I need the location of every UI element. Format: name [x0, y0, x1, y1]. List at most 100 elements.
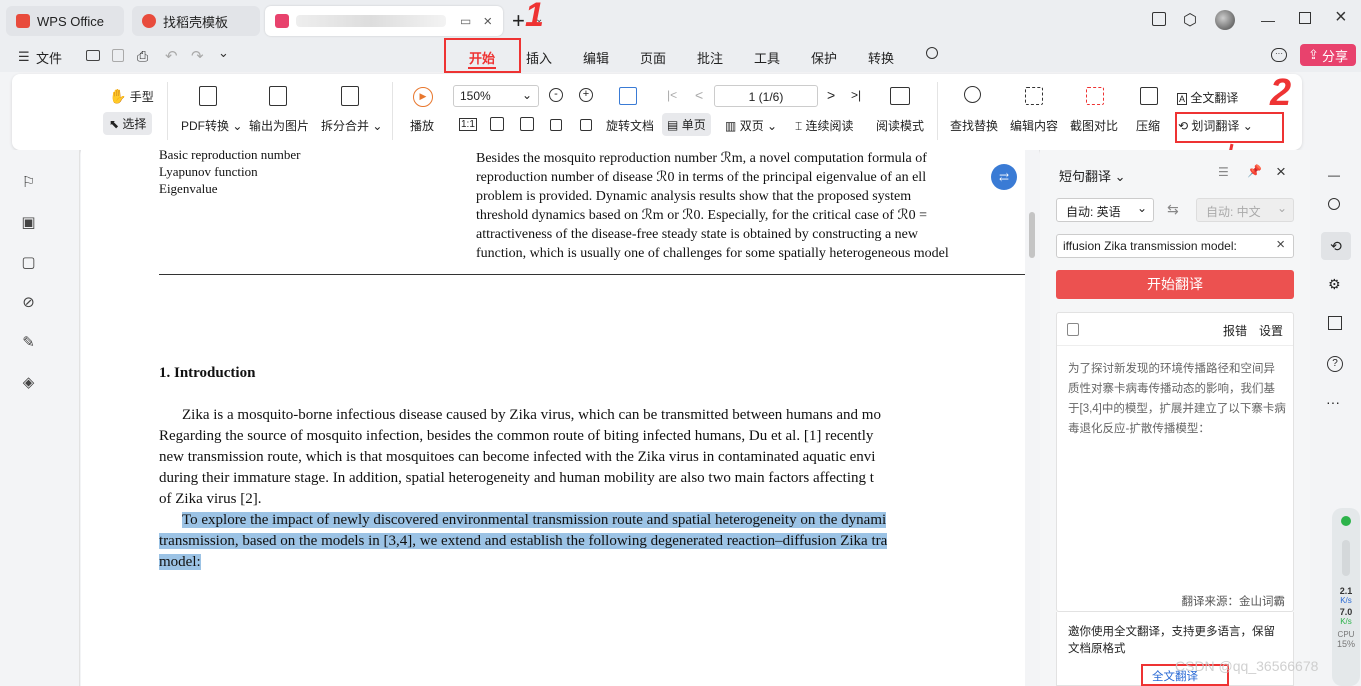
maximize-icon[interactable]: [1299, 12, 1311, 24]
chat-icon[interactable]: ···: [1271, 48, 1287, 62]
scrollbar[interactable]: [1025, 150, 1039, 686]
menu-protect[interactable]: 保护: [811, 48, 837, 67]
panel-title[interactable]: 短句翻译 ⌄: [1059, 166, 1126, 185]
last-page-icon[interactable]: >|: [851, 88, 861, 102]
menu-page[interactable]: 页面: [640, 48, 666, 67]
hand-tool-button[interactable]: ✋ 手型: [109, 88, 154, 105]
word-translate-button[interactable]: ⟲ 划词翻译 ⌄: [1178, 117, 1253, 134]
scroll-thumb[interactable]: [1029, 212, 1035, 258]
zoom-out-icon[interactable]: -: [549, 88, 563, 102]
close-window-icon[interactable]: ×: [1335, 6, 1347, 29]
collapse-icon[interactable]: —: [1328, 168, 1340, 182]
thumbnail-icon[interactable]: ▣: [20, 214, 37, 231]
start-translate-button[interactable]: 开始翻译: [1056, 270, 1294, 299]
close-panel-icon[interactable]: ×: [1276, 162, 1286, 182]
undo-icon[interactable]: ↶: [165, 47, 178, 65]
search-icon[interactable]: [1328, 198, 1340, 210]
clear-input-icon[interactable]: ×: [1276, 236, 1285, 253]
search-icon[interactable]: [926, 47, 938, 59]
menu-file[interactable]: 文件: [36, 48, 62, 67]
next-page-icon[interactable]: >: [827, 87, 835, 103]
bookmark-icon[interactable]: ⚐: [20, 174, 37, 191]
menu-comment[interactable]: 批注: [697, 48, 723, 67]
print-icon[interactable]: ⎙: [137, 48, 148, 65]
restore-tab-icon[interactable]: ▭: [460, 14, 471, 28]
zoom-select[interactable]: 150% ⌄: [453, 85, 539, 107]
page-input[interactable]: 1 (1/6): [714, 85, 818, 107]
export-image-button[interactable]: 输出为图片: [249, 117, 309, 134]
copy-icon[interactable]: [1067, 323, 1079, 336]
prev-page-icon[interactable]: <: [695, 87, 703, 103]
menu-icon[interactable]: ☰: [1218, 165, 1229, 179]
selected-text[interactable]: transmission, based on the models in [3,…: [159, 533, 888, 549]
tab-template[interactable]: 找稻壳模板: [132, 6, 260, 36]
tab-pdf-document[interactable]: ▭ ×: [265, 6, 503, 36]
edit-content-button[interactable]: 编辑内容: [1010, 117, 1058, 134]
tab-wps-office[interactable]: WPS Office: [6, 6, 124, 36]
help-icon[interactable]: ?: [1327, 356, 1343, 372]
document-page[interactable]: Basic reproduction number Lyapunov funct…: [81, 150, 1025, 686]
close-tab-icon[interactable]: ×: [483, 13, 492, 30]
rotate-right-icon[interactable]: [580, 119, 592, 131]
play-button[interactable]: 播放: [410, 117, 434, 134]
menu-tools[interactable]: 工具: [754, 48, 780, 67]
adjust-icon[interactable]: ⚙: [1328, 276, 1341, 293]
open-folder-icon[interactable]: [86, 50, 100, 61]
settings-link[interactable]: 设置: [1259, 322, 1283, 339]
continuous-read-button[interactable]: ⌶ 连续阅读: [795, 117, 854, 134]
tab-label: 找稻壳模板: [163, 14, 229, 30]
rotate-left-icon[interactable]: [550, 119, 562, 131]
single-page-button[interactable]: ▤ 单页: [662, 113, 711, 136]
quick-access-chevron-icon[interactable]: ⌄: [218, 45, 229, 61]
actual-size-icon[interactable]: 1:1: [459, 118, 477, 131]
attachment-icon[interactable]: ⊘: [20, 294, 37, 311]
cursor-icon: ⬉: [109, 117, 120, 131]
redo-icon[interactable]: ↷: [191, 47, 204, 65]
split-merge-button[interactable]: 拆分合并 ⌄: [321, 117, 382, 134]
signature-icon[interactable]: ✎: [20, 334, 37, 351]
swap-lang-icon[interactable]: ⇆: [1167, 201, 1179, 218]
separator: [167, 82, 168, 140]
share-button[interactable]: ⇪ 分享: [1300, 44, 1356, 66]
translate-tool-icon[interactable]: ⟲: [1321, 232, 1351, 260]
menu-convert[interactable]: 转换: [868, 48, 894, 67]
abstract: Besides the mosquito reproduction number…: [476, 150, 1025, 263]
save-icon[interactable]: [112, 49, 124, 62]
compress-button[interactable]: 压缩: [1136, 117, 1160, 134]
rotate-doc-button[interactable]: 旋转文档: [606, 117, 654, 134]
sidebar-toggle-icon[interactable]: [1152, 12, 1166, 26]
full-translate-button[interactable]: A 全文翻译: [1177, 89, 1238, 106]
selected-text[interactable]: To explore the impact of newly discovere…: [182, 512, 887, 528]
reading-mode-button[interactable]: 阅读模式: [876, 117, 924, 134]
select-tool-button[interactable]: ⬉ 选择: [103, 112, 153, 135]
comment-icon[interactable]: ▢: [20, 254, 37, 271]
fit-width-icon[interactable]: [520, 117, 534, 131]
pdf-convert-button[interactable]: PDF转换 ⌄: [181, 117, 242, 134]
target-lang-select[interactable]: 自动: 中文 ⌄: [1196, 198, 1294, 222]
avatar[interactable]: [1215, 10, 1235, 30]
annotation-mark-1: 1: [525, 0, 544, 34]
read-aloud-icon[interactable]: [1328, 316, 1342, 330]
fit-page-icon[interactable]: [490, 117, 504, 131]
minimize-icon[interactable]: —: [1261, 12, 1275, 28]
first-page-icon[interactable]: |<: [667, 88, 677, 102]
find-replace-button[interactable]: 查找替换: [950, 117, 998, 134]
pin-icon[interactable]: 📌: [1247, 164, 1262, 178]
hamburger-icon[interactable]: ☰: [18, 49, 30, 65]
menu-home[interactable]: 开始: [469, 48, 495, 67]
new-tab-button[interactable]: +: [512, 8, 525, 34]
box-icon[interactable]: ⬡: [1183, 10, 1197, 30]
source-lang-select[interactable]: 自动: 英语 ⌄: [1056, 198, 1154, 222]
report-error-link[interactable]: 报错: [1223, 322, 1247, 339]
selected-text[interactable]: model:: [159, 554, 201, 570]
layers-icon[interactable]: ◈: [20, 374, 37, 391]
menu-insert[interactable]: 插入: [526, 48, 552, 67]
translate-input[interactable]: iffusion Zika transmission model: ×: [1056, 234, 1294, 258]
double-page-button[interactable]: ▥ 双页 ⌄: [725, 117, 777, 134]
screenshot-compare-button[interactable]: 截图对比: [1070, 117, 1118, 134]
floating-translate-icon[interactable]: ⇄: [991, 164, 1017, 190]
divider: [1057, 345, 1293, 346]
zoom-in-icon[interactable]: +: [579, 88, 593, 102]
menu-edit[interactable]: 编辑: [583, 48, 609, 67]
more-icon[interactable]: ···: [1326, 394, 1340, 410]
